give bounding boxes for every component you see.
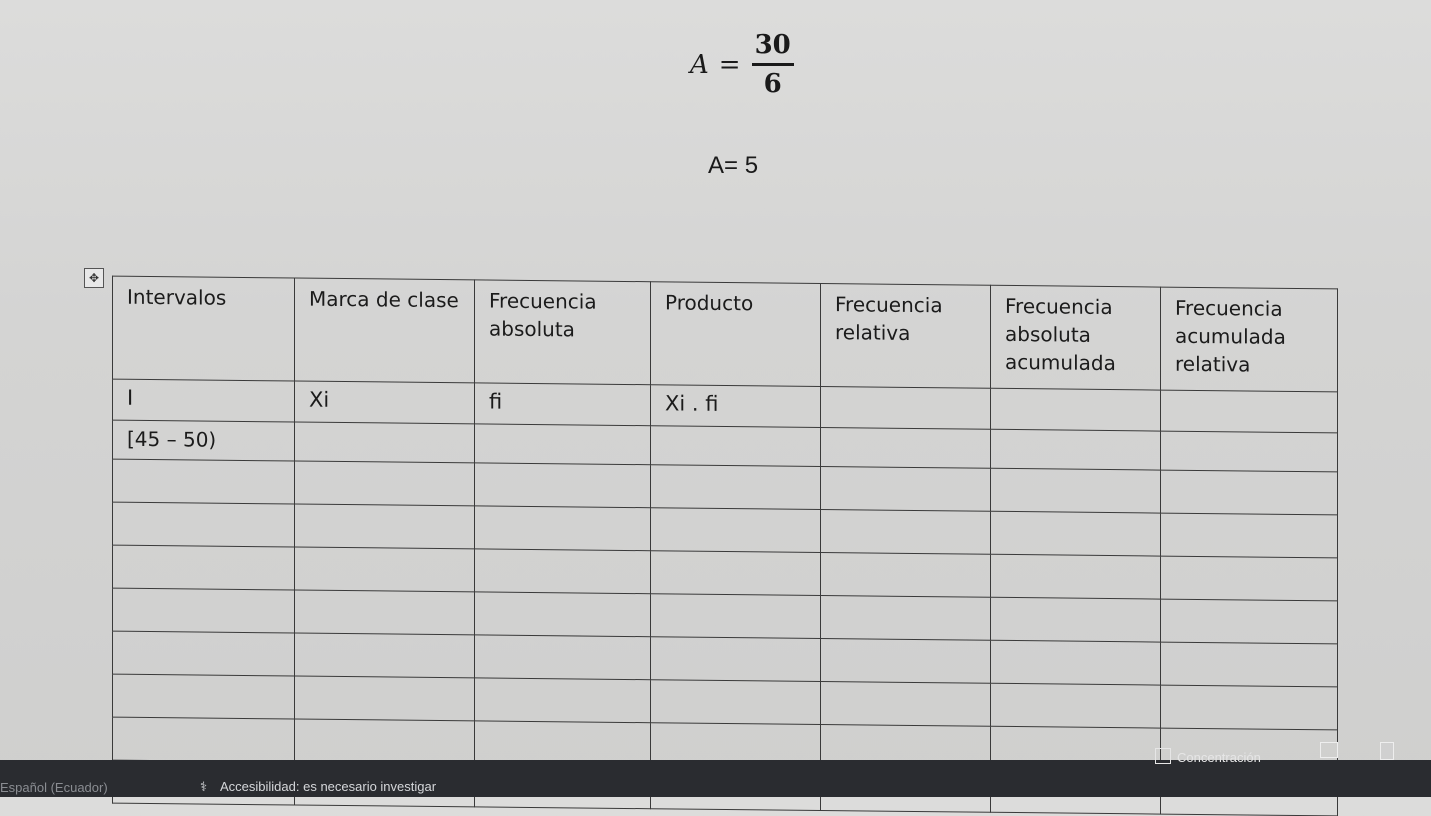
table-cell[interactable] [650, 593, 821, 639]
table-cell[interactable] [112, 459, 295, 504]
accessibility-label: Accesibilidad: es necesario investigar [220, 779, 437, 794]
table-cell[interactable] [294, 421, 475, 463]
table-cell[interactable] [294, 546, 475, 592]
table-cell[interactable] [474, 423, 651, 465]
header-cell[interactable]: Producto [650, 281, 821, 387]
table-cell[interactable] [1160, 470, 1338, 515]
formula-result: A= 5 [708, 152, 759, 179]
table-cell[interactable] [474, 462, 651, 508]
table-cell[interactable]: Xi . fi [650, 384, 821, 428]
table-cell[interactable] [1160, 642, 1338, 687]
table-cell[interactable] [294, 460, 475, 506]
table-cell[interactable] [1160, 390, 1338, 433]
table-cell[interactable] [294, 718, 475, 764]
table-cell[interactable] [990, 468, 1161, 514]
table-cell[interactable] [474, 548, 651, 594]
table-cell[interactable] [1160, 556, 1338, 601]
header-cell[interactable]: Frecuencia acumulada relativa [1160, 287, 1338, 392]
fraction-denominator: 6 [763, 69, 782, 99]
move-handle-icon[interactable]: ✥ [84, 268, 104, 288]
table-cell[interactable] [990, 640, 1161, 686]
accessibility-status[interactable]: ⚕ Accesibilidad: es necesario investigar [200, 779, 436, 795]
formula-lhs: A [690, 49, 709, 80]
fraction: 30 6 [751, 30, 795, 99]
table-cell[interactable] [820, 681, 991, 727]
table-cell[interactable] [650, 636, 821, 682]
table-cell[interactable] [820, 552, 991, 598]
focus-label: Concentración [1177, 750, 1261, 765]
header-cell[interactable]: Frecuencia absoluta acumulada [990, 285, 1161, 391]
fraction-numerator: 30 [754, 30, 791, 60]
table-cell[interactable] [650, 679, 821, 725]
table-cell[interactable] [112, 588, 295, 633]
table-cell[interactable] [474, 720, 651, 766]
table-cell[interactable] [112, 631, 295, 676]
table-cell[interactable] [820, 427, 991, 469]
table-cell[interactable] [474, 591, 651, 637]
table-cell[interactable] [650, 507, 821, 553]
print-layout-icon[interactable] [1380, 742, 1394, 760]
table-cell[interactable]: I [112, 379, 295, 422]
table-cell[interactable] [820, 466, 991, 512]
document-page: A = 30 6 A= 5 ✥ Intervalos Marca de clas… [0, 0, 1431, 816]
focus-icon [1155, 748, 1171, 764]
table-cell[interactable] [990, 511, 1161, 557]
table-cell[interactable] [820, 509, 991, 555]
read-mode-icon[interactable] [1320, 742, 1338, 758]
table-cell[interactable] [294, 589, 475, 635]
table-cell[interactable] [1160, 685, 1338, 730]
accessibility-icon: ⚕ [200, 779, 208, 794]
table-cell[interactable] [990, 597, 1161, 643]
table-cell[interactable] [1160, 599, 1338, 644]
formula: A = 30 6 [690, 30, 795, 99]
table-cell[interactable] [990, 429, 1161, 471]
header-cell[interactable]: Frecuencia absoluta [474, 279, 651, 385]
table-cell[interactable] [650, 464, 821, 510]
table-cell[interactable] [990, 388, 1161, 432]
table-cell[interactable] [294, 632, 475, 678]
table-cell[interactable] [474, 505, 651, 551]
table-cell[interactable] [990, 554, 1161, 600]
formula-equals: = [718, 49, 741, 80]
table-cell[interactable] [820, 386, 991, 430]
table-cell[interactable] [474, 677, 651, 723]
table-cell[interactable] [1160, 431, 1338, 472]
table-cell[interactable] [820, 595, 991, 641]
table-cell[interactable] [820, 638, 991, 684]
table-cell[interactable] [294, 503, 475, 549]
focus-mode-button[interactable]: Concentración [1155, 748, 1261, 765]
table-cell[interactable]: Xi [294, 380, 475, 424]
table-cell[interactable] [112, 674, 295, 719]
table-cell[interactable] [474, 634, 651, 680]
header-cell[interactable]: Frecuencia relativa [820, 283, 991, 389]
table-cell[interactable] [650, 425, 821, 467]
header-cell[interactable]: Marca de clase [294, 277, 475, 383]
table-cell[interactable] [1160, 513, 1338, 558]
table-cell[interactable] [990, 683, 1161, 729]
status-bar: Español (Ecuador) ⚕ Accesibilidad: es nec… [0, 742, 1431, 797]
frequency-table[interactable]: Intervalos Marca de clase Frecuencia abs… [112, 276, 1338, 816]
header-cell[interactable]: Intervalos [112, 276, 295, 381]
table-cell[interactable]: fi [474, 382, 651, 426]
table-cell[interactable]: [45 – 50) [112, 420, 295, 461]
table-header-row: Intervalos Marca de clase Frecuencia abs… [112, 276, 1338, 392]
table-cell[interactable] [112, 502, 295, 547]
table-cell[interactable] [294, 675, 475, 721]
fraction-bar [751, 63, 794, 66]
table-cell[interactable] [112, 717, 295, 762]
table-cell[interactable] [112, 545, 295, 590]
table-cell[interactable] [650, 550, 821, 596]
language-indicator[interactable]: Español (Ecuador) [0, 780, 108, 795]
